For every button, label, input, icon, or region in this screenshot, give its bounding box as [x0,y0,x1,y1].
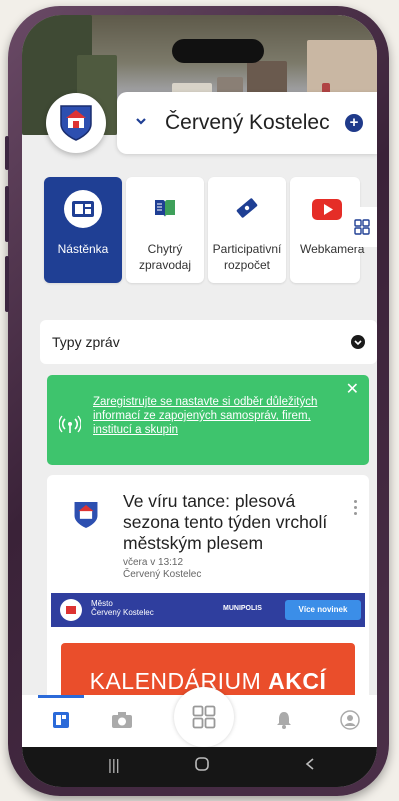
camera-notch [172,39,264,63]
nav-profile[interactable] [338,708,362,732]
nav-modules-button[interactable] [174,687,234,747]
add-city-button[interactable]: + [345,114,363,132]
tile-label: Nástěnka [57,242,109,256]
chevron-down-icon [136,118,146,125]
user-icon [340,710,360,730]
nav-notifications[interactable] [272,708,296,732]
ticket-icon [236,198,258,218]
bottom-navigation [22,687,377,747]
module-tiles: Nástěnka Chytrý zpravodaj Participativní… [22,177,377,285]
chevron-down-icon [351,335,365,349]
coat-of-arms-icon [60,105,92,141]
home-icon[interactable] [195,757,209,775]
bell-icon [277,712,291,729]
side-button [5,256,9,312]
poster-title-bold: AKCÍ [268,668,327,694]
book-icon [155,200,175,217]
city-selector[interactable]: Červený Kostelec + [117,92,377,154]
back-icon[interactable] [304,757,316,775]
camera-icon [112,712,132,728]
app-screen: Červený Kostelec + Nástěnka Chytrý zprav… [22,15,377,787]
city-name: Červený Kostelec [165,111,330,134]
munipolis-brand: MUNIPOLIS [223,605,262,612]
recent-apps-icon[interactable]: ||| [108,757,120,774]
grid-icon [192,705,216,729]
article-date: včera v 13:12 [123,557,184,568]
tile-label: Chytrý zpravodaj [138,242,192,272]
tile-chytry-zpravodaj[interactable]: Chytrý zpravodaj [126,177,204,283]
article-title[interactable]: Ve víru tance: plesová sezona tento týde… [123,491,345,554]
coat-of-arms-icon [74,502,98,528]
more-options-icon[interactable] [354,497,357,518]
more-news-button[interactable]: Více novinek [285,600,361,620]
message-types-dropdown[interactable]: Typy zpráv [40,320,377,364]
tile-nastenka[interactable]: Nástěnka [44,177,122,283]
grid-icon [354,219,370,235]
all-modules-button[interactable] [347,207,377,247]
nav-camera[interactable] [110,708,134,732]
youtube-icon [312,199,342,220]
tile-label: Participativní rozpočet [212,242,282,272]
newsletter-header: Město Červený Kostelec MUNIPOLIS Více no… [51,593,365,627]
city-emblem[interactable] [46,93,106,153]
broadcast-icon [59,415,81,433]
registration-link[interactable]: Zaregistrujte se nastavte si odběr důlež… [93,395,348,437]
nav-bulletin-board[interactable] [49,708,73,732]
tile-participativni-rozpocet[interactable]: Participativní rozpočet [208,177,286,283]
bulletin-board-icon [64,190,102,228]
poster-title-normal: KALENDÁRIUM [89,668,262,694]
newsletter-city-line1: Město [91,599,113,608]
volume-down-button [5,186,9,242]
article-author: Červený Kostelec [123,569,202,580]
newsletter-city-line2: Červený Kostelec [91,608,154,617]
bulletin-board-icon [53,712,69,728]
volume-up-button [5,136,9,170]
close-icon[interactable]: ✕ [346,379,359,399]
city-logo-icon [60,599,82,621]
newsletter-city: Město Červený Kostelec [91,599,154,617]
active-tab-indicator [38,695,84,698]
message-types-label: Typy zpráv [52,334,120,350]
system-navigation-bar: ||| [22,747,377,787]
registration-banner[interactable]: Zaregistrujte se nastavte si odběr důlež… [47,375,369,465]
